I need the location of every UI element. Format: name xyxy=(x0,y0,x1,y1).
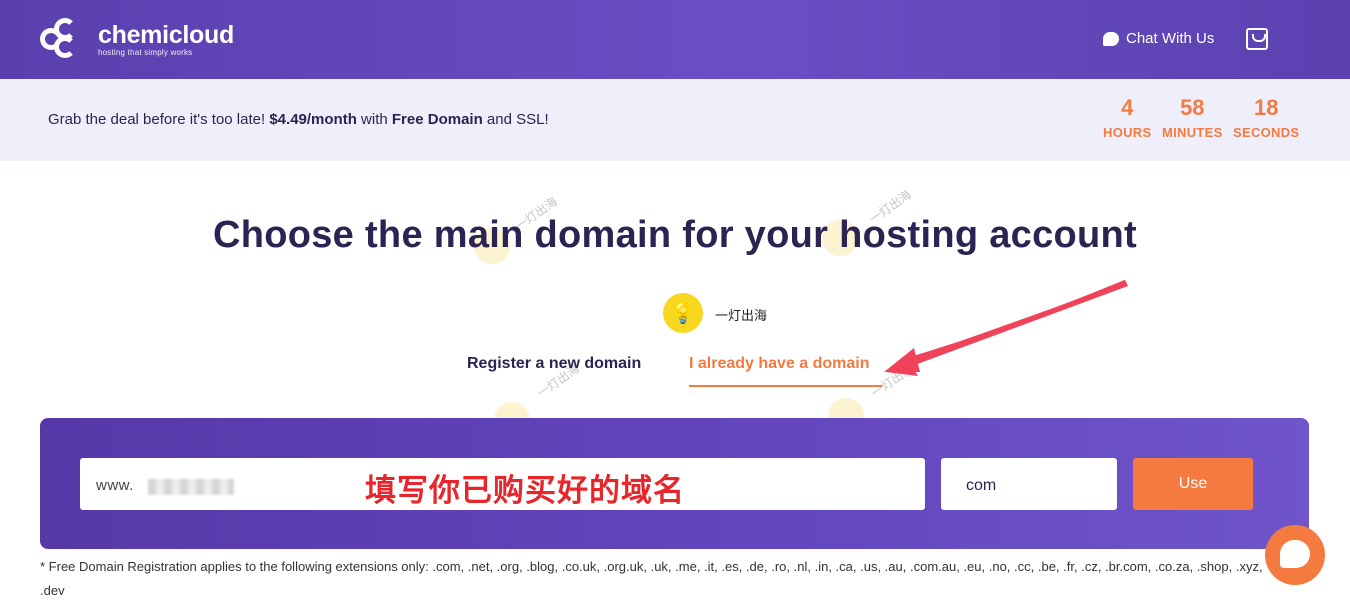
promo-text: Grab the deal before it's too late! $4.4… xyxy=(48,111,549,128)
chat-with-us-label: Chat With Us xyxy=(1126,30,1215,47)
countdown-seconds: 18 SECONDS xyxy=(1233,95,1300,140)
badge-text: 一灯出海 xyxy=(715,309,768,324)
promo-price: $4.49/month xyxy=(269,111,357,128)
arrow-shaft xyxy=(901,279,1127,365)
redacted-domain-text xyxy=(148,479,234,495)
use-button[interactable]: Use xyxy=(1133,458,1253,510)
logo-name: chemicloud xyxy=(98,20,234,49)
arrow-shape xyxy=(886,282,1128,376)
tab-register-new-domain[interactable]: Register a new domain xyxy=(467,355,641,373)
tab-already-have-domain[interactable]: I already have a domain xyxy=(689,355,870,373)
logo-icon xyxy=(40,18,92,60)
cart-icon[interactable] xyxy=(1246,28,1268,50)
promo-bar: Grab the deal before it's too late! $4.4… xyxy=(0,79,1350,161)
free-domain-note: * Free Domain Registration applies to th… xyxy=(40,559,1263,598)
chemicloud-logo[interactable]: chemicloud hosting that simply works xyxy=(40,18,234,60)
chat-icon xyxy=(1280,540,1310,568)
lightbulb-icon: 💡 xyxy=(663,293,703,333)
page-title: Choose the main domain for your hosting … xyxy=(212,214,1138,256)
promo-free-domain: Free Domain xyxy=(391,111,483,128)
domain-prefix: www. xyxy=(96,477,134,494)
live-chat-button[interactable] xyxy=(1265,525,1325,585)
annotation-label: 填写你已购买好的域名 xyxy=(365,473,685,509)
countdown-hours: 4 HOURS xyxy=(1103,95,1152,140)
chat-with-us-link[interactable]: Chat With Us xyxy=(1103,30,1214,47)
countdown-minutes: 58 MINUTES xyxy=(1162,95,1223,140)
tld-value: com xyxy=(966,477,997,494)
top-header: chemicloud hosting that simply works Cha… xyxy=(0,0,1350,79)
watermark-text: 一灯出海 xyxy=(868,361,916,401)
active-tab-underline xyxy=(689,385,882,387)
chat-bubble-icon xyxy=(1103,31,1119,46)
logo-tagline: hosting that simply works xyxy=(98,47,193,57)
